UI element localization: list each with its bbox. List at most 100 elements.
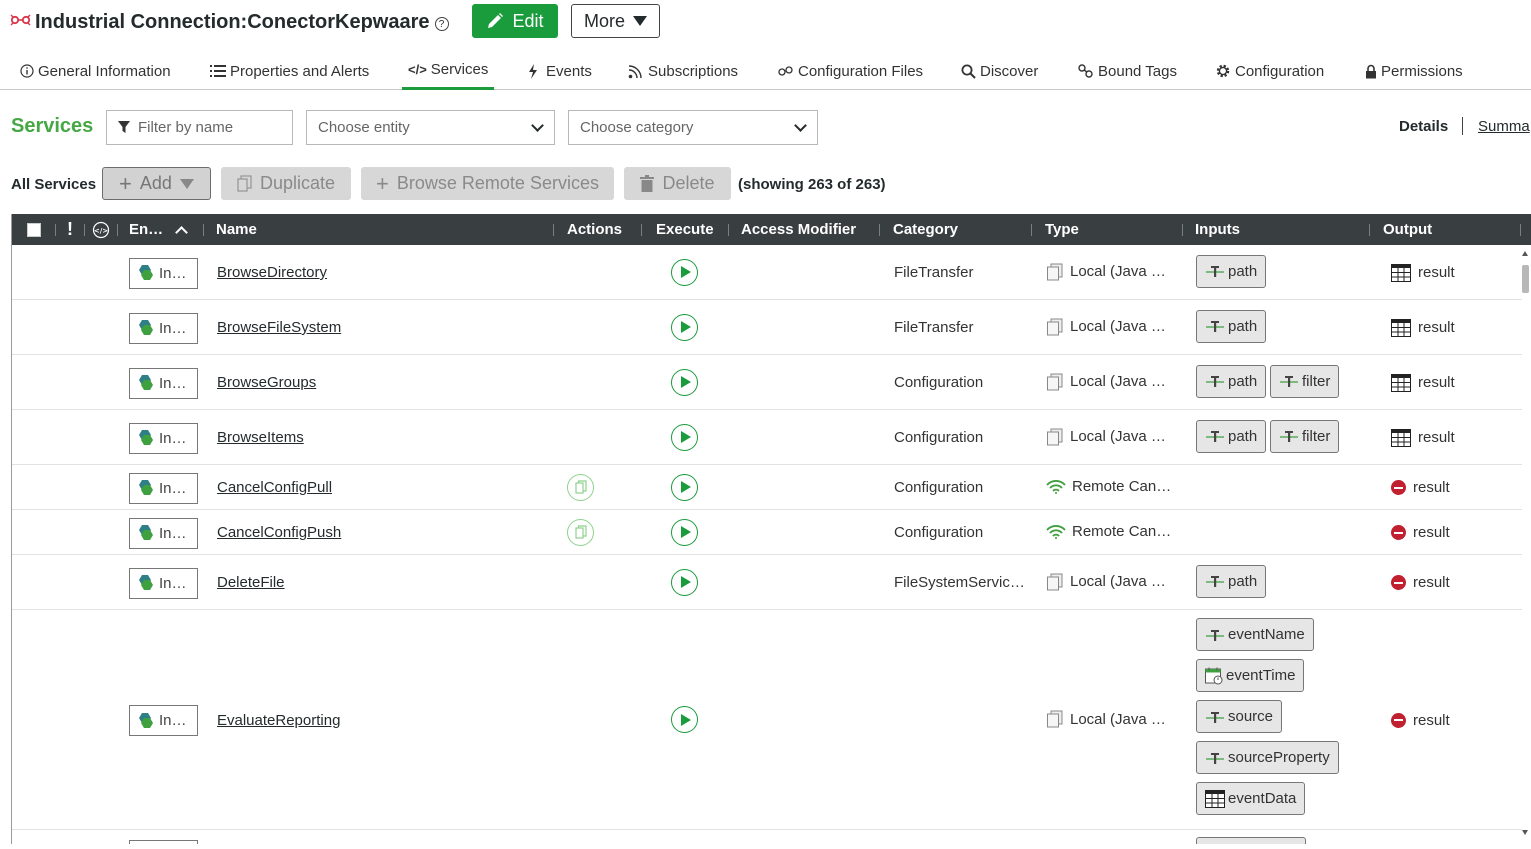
choose-category-select[interactable]: Choose category [568, 110, 818, 145]
edit-button[interactable]: Edit [472, 4, 558, 38]
service-name-link[interactable]: CancelConfigPull [217, 479, 332, 496]
select-all-checkbox[interactable] [27, 214, 41, 245]
input-parameter-chip[interactable]: source [1196, 700, 1283, 733]
table-row[interactable]: In… BrowseItems Configuration Local (Java …… [12, 410, 1522, 465]
access-modifier-column-header[interactable]: Access Modifier [741, 214, 856, 245]
entity-cell[interactable]: In… [129, 567, 198, 599]
input-parameter-chip[interactable]: sourceProperty [1196, 741, 1339, 774]
table-row[interactable]: In… BrowseDirectory FileTransfer Local (Jav… [12, 245, 1522, 300]
table-row[interactable]: In… EvaluateReporting Local (Java … eventNa… [12, 610, 1522, 830]
table-row[interactable]: In… BrowseFileSystem FileTransfer Local (Ja… [12, 300, 1522, 355]
delete-button[interactable]: Delete [624, 167, 731, 200]
type-label: Remote Can… [1072, 523, 1172, 540]
service-name-link[interactable]: EvaluateReporting [217, 712, 340, 729]
entity-cell[interactable] [129, 840, 198, 844]
type-label: Local (Java … [1070, 573, 1166, 590]
service-name-link[interactable]: BrowseDirectory [217, 264, 327, 281]
entity-cell[interactable]: In… [129, 257, 198, 289]
action-copy-icon[interactable] [567, 518, 594, 546]
tab-discover[interactable]: Discover [961, 52, 1038, 90]
service-name-link[interactable]: DeleteFile [217, 574, 285, 591]
table-row[interactable] [12, 830, 1522, 844]
infotable-icon [1391, 263, 1411, 282]
execute-play-icon[interactable] [671, 568, 698, 596]
tab-bound-tags[interactable]: Bound Tags [1078, 52, 1177, 90]
input-parameter-chip[interactable]: eventData [1196, 782, 1306, 815]
entity-cell[interactable]: In… [129, 472, 198, 504]
input-parameter-chip[interactable]: path [1196, 254, 1267, 288]
tab-events[interactable]: Events [528, 52, 592, 90]
entity-cell[interactable]: In… [129, 367, 198, 399]
execute-play-icon[interactable] [671, 706, 698, 733]
input-parameter-chip[interactable]: eventName [1196, 618, 1314, 651]
output-cell: result [1391, 318, 1455, 338]
table-header: ! </> En… Name Actions Execute Access Mo… [12, 214, 1531, 245]
entity-cell[interactable]: In… [129, 422, 198, 454]
thing-hexagon-icon [136, 374, 154, 392]
scroll-up-arrow[interactable] [1522, 251, 1528, 256]
type-cell: Remote Can… [1046, 477, 1171, 497]
type-column-header[interactable]: Type [1045, 214, 1079, 245]
string-type-icon [1279, 428, 1299, 444]
service-name-link[interactable]: BrowseItems [217, 429, 304, 446]
entity-cell[interactable]: In… [129, 312, 198, 344]
execute-play-icon[interactable] [671, 368, 698, 396]
table-row[interactable]: In… CancelConfigPull Configuration Remote C… [12, 465, 1522, 510]
input-parameter-chip[interactable]: filter [1270, 419, 1340, 453]
input-parameter-label: path [1228, 317, 1258, 335]
string-type-icon [1205, 709, 1225, 725]
scroll-down-arrow[interactable] [1522, 830, 1528, 835]
scrollbar-thumb[interactable] [1522, 265, 1529, 293]
entity-cell[interactable]: In… [129, 517, 198, 549]
execute-play-icon[interactable] [671, 423, 698, 451]
category-cell: Configuration [894, 429, 984, 446]
input-parameter-chip[interactable] [1196, 837, 1306, 844]
execute-play-icon[interactable] [671, 258, 698, 286]
help-icon[interactable]: ? [434, 17, 449, 31]
type-label: Remote Can… [1072, 478, 1172, 495]
tab-subscriptions[interactable]: Subscriptions [628, 52, 738, 90]
tab-configuration-files[interactable]: Configuration Files [778, 52, 923, 90]
input-parameter-chip[interactable]: path [1196, 364, 1267, 398]
service-name-link[interactable]: BrowseGroups [217, 374, 316, 391]
action-copy-icon[interactable] [567, 473, 594, 501]
link-icon [778, 65, 794, 77]
summary-view-link[interactable]: Summa [1478, 118, 1530, 135]
service-name-link[interactable]: CancelConfigPush [217, 524, 341, 541]
vertical-scrollbar[interactable] [1519, 245, 1531, 844]
name-column-header[interactable]: Name [216, 214, 257, 245]
input-parameter-chip[interactable]: eventTime [1196, 659, 1305, 692]
tab-permissions[interactable]: Permissions [1365, 52, 1463, 90]
tab-configuration[interactable]: Configuration [1215, 52, 1324, 90]
add-label: Add [139, 173, 172, 193]
input-parameter-chip[interactable]: path [1196, 309, 1267, 343]
table-row[interactable]: In… CancelConfigPush Configuration Remote C… [12, 510, 1522, 555]
input-parameter-chip[interactable]: path [1196, 564, 1267, 598]
execute-play-icon[interactable] [671, 518, 698, 546]
filter-by-name-input[interactable]: Filter by name [106, 110, 293, 145]
input-parameter-chip[interactable]: path [1196, 419, 1267, 453]
more-label: More [583, 10, 625, 31]
duplicate-button[interactable]: Duplicate [221, 167, 351, 200]
more-button[interactable]: More [571, 4, 660, 38]
name-cell: CancelConfigPush [217, 523, 341, 543]
entity-cell[interactable]: In… [129, 705, 198, 736]
tab-general-information[interactable]: General Information [20, 52, 171, 90]
entity-label: In… [159, 429, 187, 447]
table-row[interactable]: In… BrowseGroups Configuration Local (Java … [12, 355, 1522, 410]
entity-column-header[interactable]: En… [129, 214, 189, 245]
table-row[interactable]: In… DeleteFile FileSystemServic… Local (Jav… [12, 555, 1522, 610]
execute-play-icon[interactable] [671, 313, 698, 341]
browse-remote-services-button[interactable]: + Browse Remote Services [361, 167, 614, 200]
tab-properties-and-alerts[interactable]: Properties and Alerts [210, 52, 369, 90]
details-view-link[interactable]: Details [1399, 118, 1448, 135]
tab-services[interactable]: </> Services [402, 52, 495, 90]
add-button[interactable]: + Add [102, 167, 211, 200]
execute-play-icon[interactable] [671, 473, 698, 501]
category-column-header[interactable]: Category [893, 214, 958, 245]
output-label: result [1418, 374, 1455, 391]
page-header: Industrial Connection:ConectorKepwaare ? [10, 4, 449, 40]
input-parameter-chip[interactable]: filter [1270, 364, 1340, 398]
choose-entity-select[interactable]: Choose entity [306, 110, 555, 145]
service-name-link[interactable]: BrowseFileSystem [217, 319, 341, 336]
